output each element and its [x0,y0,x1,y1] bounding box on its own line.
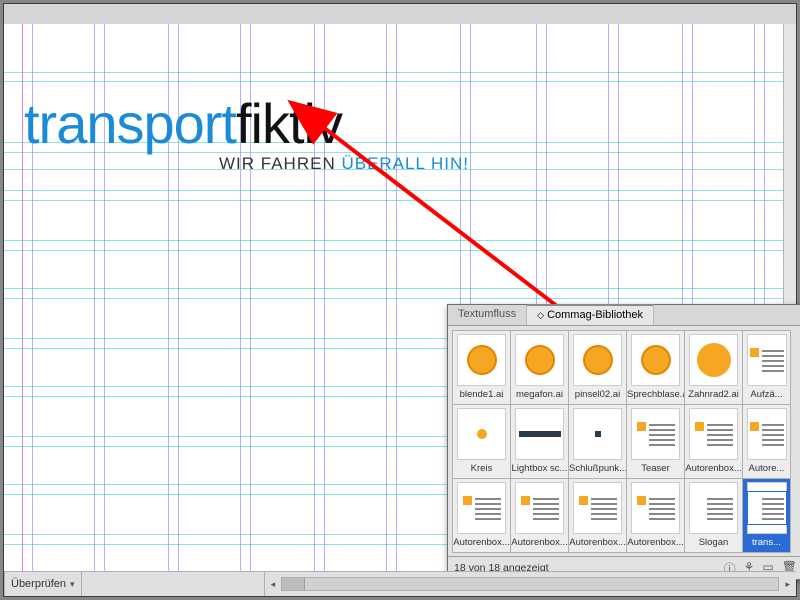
library-item[interactable]: Autorenbox... [626,478,685,553]
library-item[interactable]: Sprechblase.ai [626,330,685,405]
library-item[interactable]: Autorenbox... [568,478,627,553]
library-item[interactable]: Autorenbox... [452,478,511,553]
panel-tabs: Textumfluss ◇ Commag-Bibliothek [448,305,800,326]
library-item[interactable]: Teaser [626,404,685,479]
aperture-icon [467,345,497,375]
chevron-down-icon: ▾ [70,579,75,590]
library-item[interactable]: Autorenbox... [510,478,569,553]
logo-wordmark: transportfiktiv [24,96,469,152]
bar-icon [519,431,561,437]
hscroll-left[interactable]: ◂ [265,579,282,590]
library-item[interactable]: Kreis [452,404,511,479]
library-grid[interactable]: blende1.ai megafon.ai pinsel02.ai Sprech… [448,326,800,556]
library-item[interactable]: Aufzä... [742,330,791,405]
square-icon [595,431,601,437]
status-bar: Überprüfen ▾ ◂ ▸ [4,571,796,596]
tab-textwrap[interactable]: Textumfluss [448,305,527,325]
library-item[interactable]: Autore... [742,404,791,479]
tagline-part1: WIR FAHREN [219,154,341,173]
snippet-icon [748,492,786,524]
library-item[interactable]: Zahnrad2.ai [684,330,743,405]
snippet-icon [577,492,619,524]
logo-block[interactable]: transportfiktiv WIR FAHREN ÜBERALL HIN! [24,96,469,174]
snippet-icon [635,418,677,450]
library-item[interactable]: Lightbox sc... [510,404,569,479]
logo-tagline: WIR FAHREN ÜBERALL HIN! [24,154,469,174]
tab-library[interactable]: ◇ Commag-Bibliothek [527,304,654,325]
hscroll-right[interactable]: ▸ [779,579,796,590]
library-item[interactable]: Autorenbox... [684,404,743,479]
speech-bubble-icon [641,345,671,375]
library-item[interactable]: blende1.ai [452,330,511,405]
logo-part1: transport [24,92,236,155]
snippet-icon [519,492,561,524]
library-item-selected[interactable]: trans... [742,478,791,553]
library-item[interactable]: Schlußpunk... [568,404,627,479]
library-item[interactable]: Slogan [684,478,743,553]
snippet-icon [461,492,503,524]
app-window: transportfiktiv WIR FAHREN ÜBERALL HIN! … [3,3,797,597]
horizontal-scrollbar[interactable] [281,577,779,591]
status-check[interactable]: Überprüfen ▾ [5,578,81,590]
library-item[interactable]: pinsel02.ai [568,330,627,405]
snippet-icon [748,344,786,376]
library-item[interactable]: megafon.ai [510,330,569,405]
snippet-icon [635,492,677,524]
snippet-icon [748,418,786,450]
megaphone-icon [525,345,555,375]
library-panel[interactable]: Textumfluss ◇ Commag-Bibliothek blende1.… [447,304,800,580]
circle-icon [477,429,487,439]
logo-part2: fiktiv [236,92,342,155]
snippet-icon [693,418,735,450]
snippet-icon [693,492,735,524]
gear-icon [700,346,728,374]
tagline-part2: ÜBERALL HIN! [341,154,469,173]
brush-icon [583,345,613,375]
